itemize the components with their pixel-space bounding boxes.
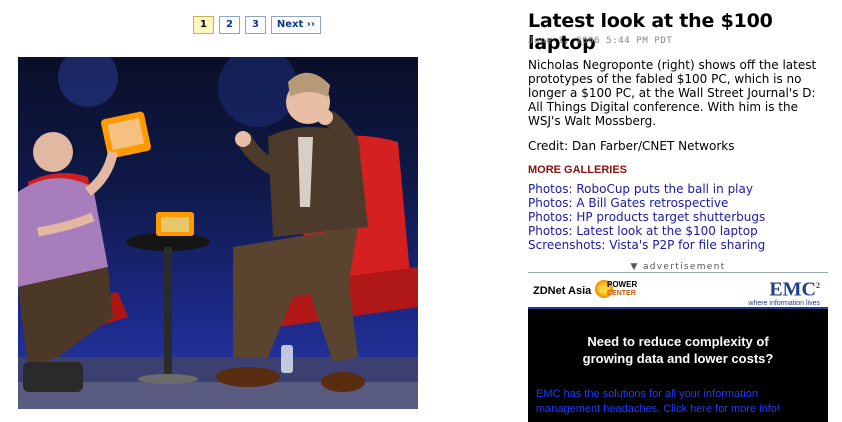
publish-date: June 1, 2006 5:44 PM PDT [528, 36, 673, 46]
emc-logo-sup: 2 [816, 281, 820, 290]
more-galleries-list: Photos: RoboCup puts the ball in play Ph… [528, 182, 765, 252]
next-page-button[interactable]: Next ›› [270, 16, 322, 34]
power-center-top: POWER [607, 280, 638, 289]
emc-tagline: where information lives [748, 299, 820, 307]
list-item: Photos: HP products target shutterbugs [528, 210, 765, 224]
photo-credit: Credit: Dan Farber/CNET Networks [528, 139, 735, 153]
list-item: Screenshots: Vista's P2P for file sharin… [528, 238, 765, 252]
gallery-link-robocup[interactable]: Photos: RoboCup puts the ball in play [528, 182, 753, 196]
page-3-button[interactable]: 3 [244, 16, 266, 34]
emc-logo: EMC2 where information lives [748, 276, 820, 307]
page-title: Latest look at the $100 laptop [528, 10, 773, 54]
pagination: 1 2 3 Next ›› [193, 16, 322, 34]
ad-headline-line-1: Need to reduce complexity of [587, 334, 769, 349]
triangle-down-icon: ▼ [630, 262, 639, 272]
more-galleries-heading: MORE GALLERIES [528, 164, 628, 176]
list-item: Photos: A Bill Gates retrospective [528, 196, 765, 210]
gallery-link-100-laptop[interactable]: Photos: Latest look at the $100 laptop [528, 224, 758, 238]
advertisement-text: advertisement [642, 262, 726, 272]
power-center-bottom: CENTER [607, 290, 636, 297]
list-item: Photos: RoboCup puts the ball in play [528, 182, 765, 196]
gallery-link-bill-gates[interactable]: Photos: A Bill Gates retrospective [528, 196, 728, 210]
ad-footer-line-2: management headaches. Click here for mor… [536, 403, 780, 415]
page-2-button[interactable]: 2 [218, 16, 240, 34]
power-center-logo: POWER CENTER [595, 278, 643, 302]
photo-caption: Nicholas Negroponte (right) shows off th… [528, 58, 817, 128]
list-item: Photos: Latest look at the $100 laptop [528, 224, 765, 238]
advertisement-banner[interactable]: ZDNet Asia POWER CENTER EMC2 where infor… [528, 273, 828, 422]
ad-headline-line-2: growing data and lower costs? [582, 351, 774, 366]
ad-header: ZDNet Asia POWER CENTER EMC2 where infor… [528, 273, 828, 309]
advertisement-label: ▼ advertisement [528, 262, 828, 272]
ad-headline: Need to reduce complexity of growing dat… [528, 333, 828, 367]
page-1-button[interactable]: 1 [193, 16, 214, 34]
ad-footer-link[interactable]: EMC has the solutions for all your infor… [528, 387, 828, 417]
gallery-link-vista-p2p[interactable]: Screenshots: Vista's P2P for file sharin… [528, 238, 765, 252]
emc-logo-text: EMC [769, 278, 816, 301]
gallery-photo [18, 57, 418, 409]
gallery-link-hp-products[interactable]: Photos: HP products target shutterbugs [528, 210, 765, 224]
photo-scene-image [18, 57, 418, 409]
ad-footer-line-1: EMC has the solutions for all your infor… [536, 388, 758, 400]
zdnet-asia-logo: ZDNet Asia [533, 285, 592, 297]
